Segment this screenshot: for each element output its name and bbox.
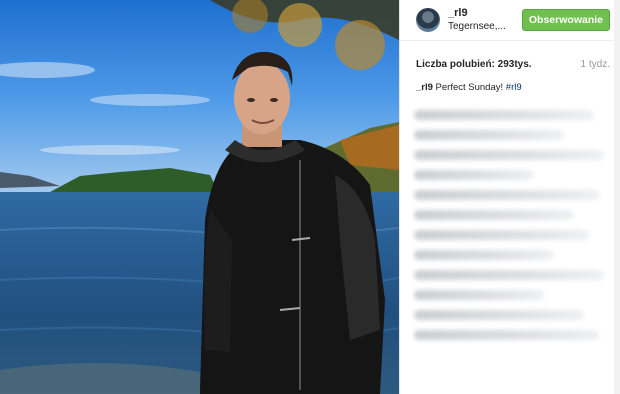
caption-username[interactable]: _rl9 bbox=[416, 82, 433, 93]
caption: _rl9 Perfect Sunday! #rl9 bbox=[400, 70, 620, 93]
instagram-post: _rl9 Tegernsee,... Obserwowanie Liczba p… bbox=[0, 0, 620, 394]
blurred-comment-line bbox=[414, 210, 574, 220]
blurred-comment-line bbox=[414, 270, 604, 280]
blurred-comment-line bbox=[414, 130, 564, 140]
blurred-comment-line bbox=[414, 190, 599, 200]
caption-text: Perfect Sunday! bbox=[432, 82, 506, 93]
blurred-comment-line bbox=[414, 290, 544, 300]
blurred-comment-line bbox=[414, 250, 554, 260]
post-time[interactable]: 1 tydz. bbox=[581, 59, 610, 70]
following-button[interactable]: Obserwowanie bbox=[521, 9, 610, 31]
scrollbar[interactable] bbox=[614, 0, 620, 394]
likes-count[interactable]: Liczba polubień: 293tys. bbox=[416, 59, 532, 70]
blurred-comment-line bbox=[414, 110, 594, 120]
blurred-comment-line bbox=[414, 230, 589, 240]
post-sidebar: _rl9 Tegernsee,... Obserwowanie Liczba p… bbox=[399, 0, 620, 394]
caption-hashtag[interactable]: #rl9 bbox=[506, 82, 522, 93]
post-photo[interactable] bbox=[0, 0, 399, 394]
likes-row: Liczba polubień: 293tys. 1 tydz. bbox=[400, 41, 620, 70]
blurred-comment-line bbox=[414, 330, 599, 340]
blurred-comments bbox=[414, 110, 614, 350]
blurred-comment-line bbox=[414, 310, 584, 320]
blurred-comment-line bbox=[414, 170, 534, 180]
location-link[interactable]: Tegernsee,... bbox=[448, 20, 522, 33]
post-header: _rl9 Tegernsee,... Obserwowanie bbox=[400, 0, 620, 41]
username-link[interactable]: _rl9 bbox=[448, 7, 522, 20]
avatar[interactable] bbox=[416, 8, 440, 32]
blurred-comment-line bbox=[414, 150, 604, 160]
user-block: _rl9 Tegernsee,... bbox=[448, 7, 522, 33]
lake-portrait-image bbox=[0, 0, 399, 394]
